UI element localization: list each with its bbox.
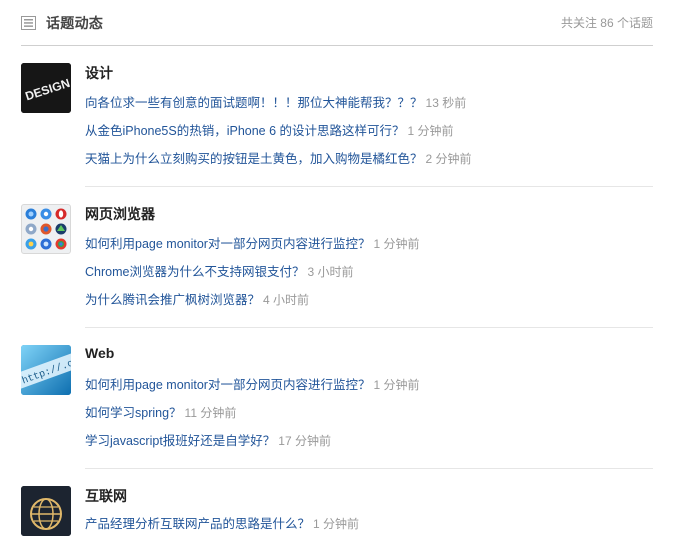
question-row: 向各位求一些有创意的面试题啊！！！那位大神能帮我？？？ 13 秒前 xyxy=(85,92,466,111)
question-time: 1 分钟前 xyxy=(373,237,420,251)
question-time: 3 小时前 xyxy=(307,265,354,279)
question-row: 如何利用page monitor对一部分网页内容进行监控？ 1 分钟前 xyxy=(85,233,419,252)
question-link[interactable]: 如何学习spring？ xyxy=(85,406,182,420)
topic-name[interactable]: 网页浏览器 xyxy=(85,204,155,224)
question-time: 1 分钟前 xyxy=(373,378,420,392)
divider xyxy=(85,327,653,328)
question-link[interactable]: 为什么腾讯会推广枫树浏览器？ xyxy=(85,293,260,307)
question-time: 1 分钟前 xyxy=(407,124,454,138)
panel-header: 话题动态 共关注 86 个话题 xyxy=(21,12,653,46)
question-row: 天猫上为什么立刻购买的按钮是土黄色，加入购物是橘红色？ 2 分钟前 xyxy=(85,148,472,167)
question-row: 产品经理分析互联网产品的思路是什么？ 1 分钟前 xyxy=(85,513,359,532)
question-link[interactable]: 从金色iPhone5S的热销，iPhone 6 的设计思路这样可行？ xyxy=(85,124,405,138)
topic-name[interactable]: 互联网 xyxy=(85,486,127,506)
web-address-icon: http://.com xyxy=(21,345,71,395)
question-time: 2 分钟前 xyxy=(425,152,472,166)
question-link[interactable]: 天猫上为什么立刻购买的按钮是土黄色，加入购物是橘红色？ xyxy=(85,152,423,166)
panel-title: 话题动态 xyxy=(46,15,104,31)
topic-name[interactable]: Web xyxy=(85,345,114,361)
question-row: 如何利用page monitor对一部分网页内容进行监控？ 1 分钟前 xyxy=(85,374,419,393)
topic-thumbnail-internet[interactable] xyxy=(21,486,71,536)
topic-thumbnail-web[interactable]: http://.com xyxy=(21,345,71,395)
divider xyxy=(85,186,653,187)
topic-thumbnail-browsers[interactable] xyxy=(21,204,71,254)
topic-name[interactable]: 设计 xyxy=(85,63,113,83)
question-link[interactable]: 如何利用page monitor对一部分网页内容进行监控？ xyxy=(85,378,370,392)
question-link[interactable]: 向各位求一些有创意的面试题啊！！！那位大神能帮我？？？ xyxy=(85,96,423,110)
question-row: 如何学习spring？ 11 分钟前 xyxy=(85,402,236,421)
question-row: Chrome浏览器为什么不支持网银支付？ 3 小时前 xyxy=(85,261,353,280)
question-row: 学习javascript报班好还是自学好？ 17 分钟前 xyxy=(85,430,331,449)
globe-icon xyxy=(21,486,71,536)
design-logo-icon: DESIGN xyxy=(21,63,71,113)
browsers-icon xyxy=(25,208,67,250)
question-time: 1 分钟前 xyxy=(313,517,360,531)
question-link[interactable]: 学习javascript报班好还是自学好？ xyxy=(85,434,275,448)
question-row: 从金色iPhone5S的热销，iPhone 6 的设计思路这样可行？ 1 分钟前 xyxy=(85,120,454,139)
question-link[interactable]: Chrome浏览器为什么不支持网银支付？ xyxy=(85,265,304,279)
followed-topics-count[interactable]: 共关注 86 个话题 xyxy=(561,14,653,31)
list-icon xyxy=(21,16,36,30)
question-link[interactable]: 产品经理分析互联网产品的思路是什么？ xyxy=(85,517,310,531)
topic-feed-panel: 话题动态 共关注 86 个话题 DESIGN 设计 向各位求一些有创意的面试题啊… xyxy=(0,0,679,536)
topic-thumbnail-design[interactable]: DESIGN xyxy=(21,63,71,113)
question-row: 为什么腾讯会推广枫树浏览器？ 4 小时前 xyxy=(85,289,309,308)
question-link[interactable]: 如何利用page monitor对一部分网页内容进行监控？ xyxy=(85,237,370,251)
question-time: 11 分钟前 xyxy=(184,406,237,420)
question-time: 4 小时前 xyxy=(263,293,310,307)
question-time: 13 秒前 xyxy=(425,96,467,110)
question-time: 17 分钟前 xyxy=(278,434,331,448)
divider xyxy=(85,468,653,469)
